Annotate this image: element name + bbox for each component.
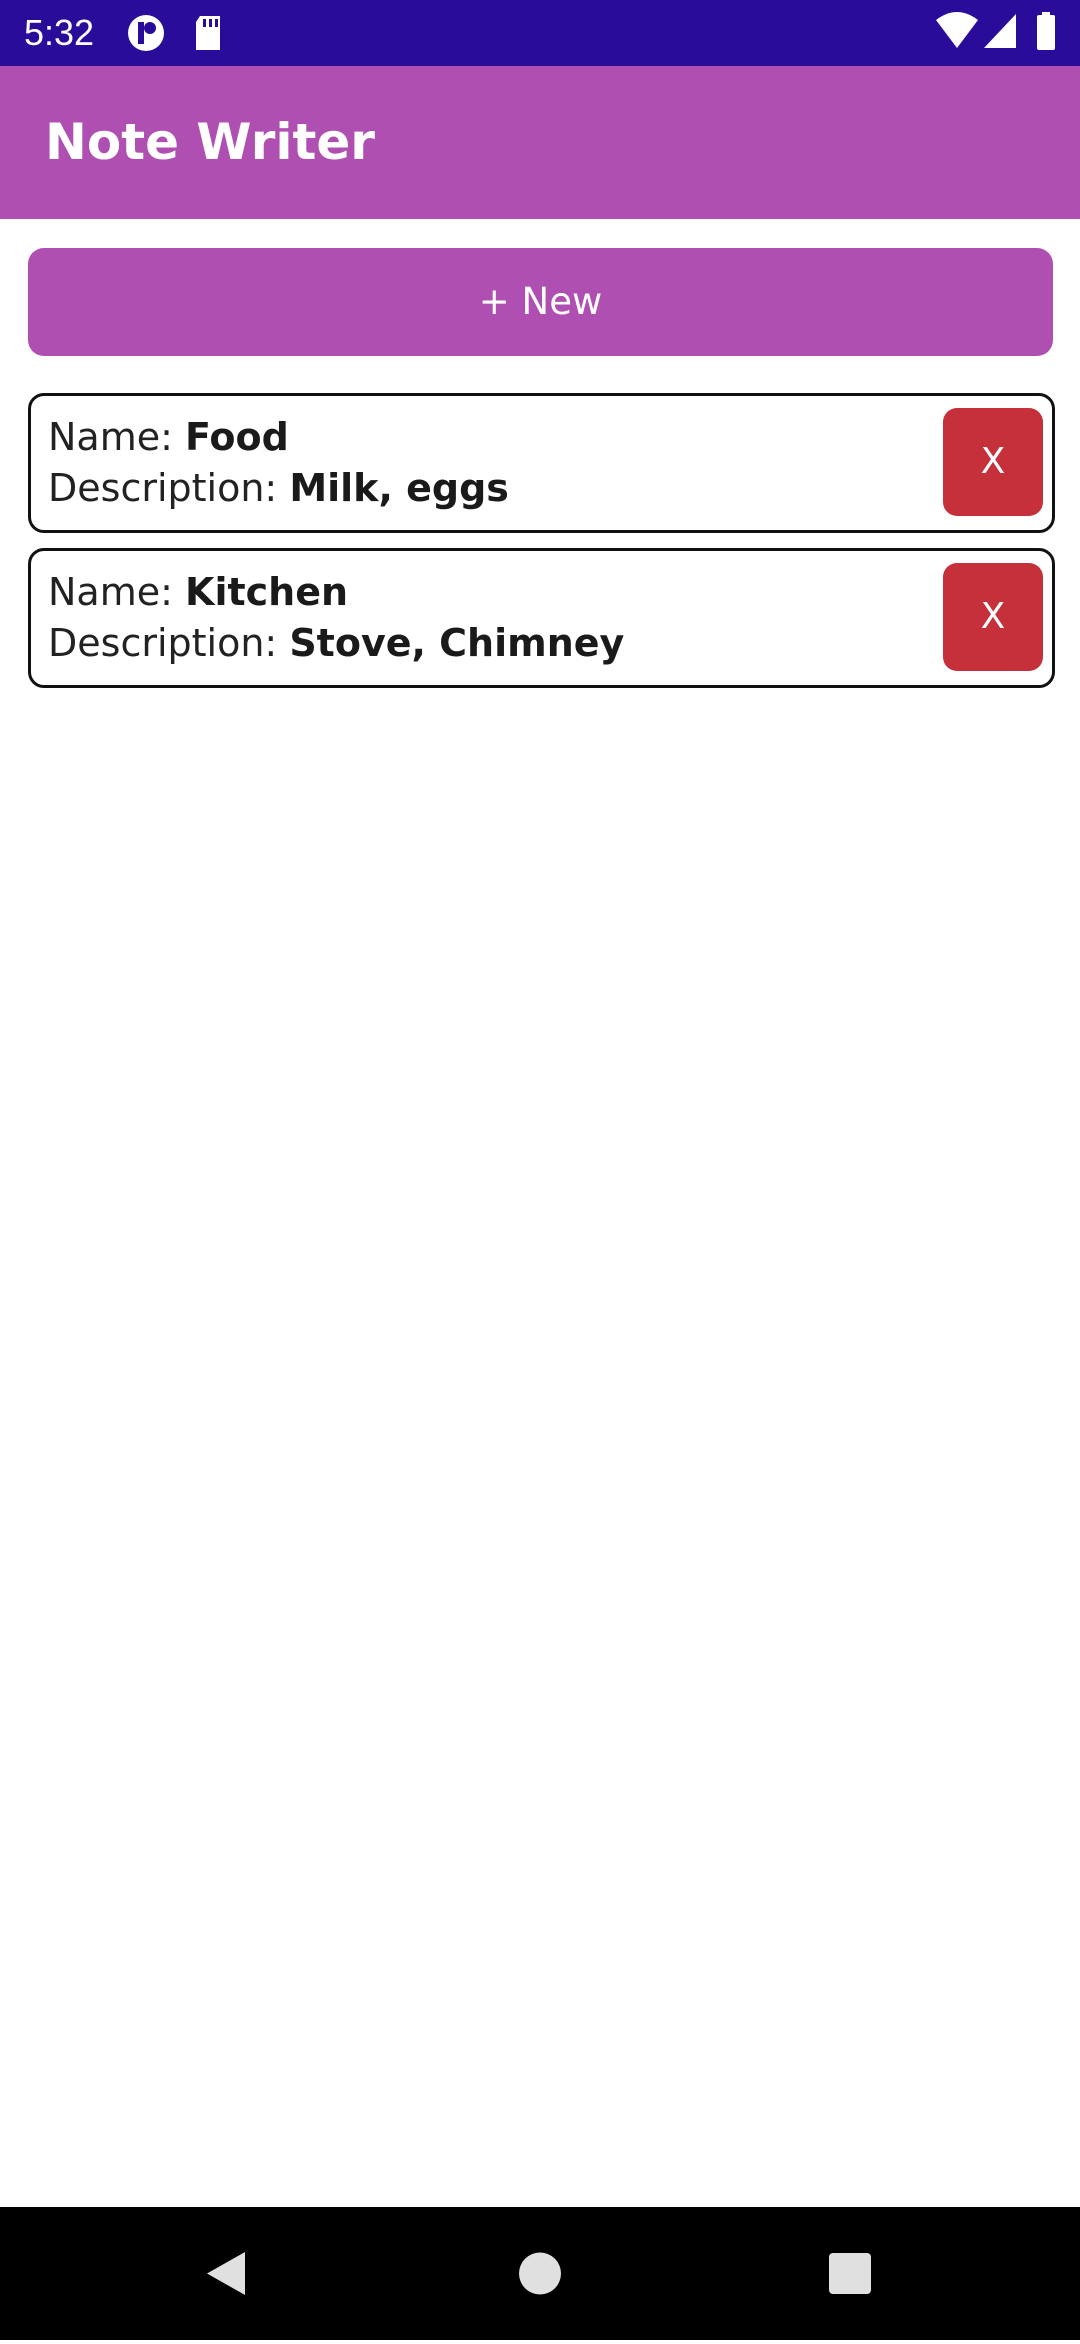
app-title: Note Writer xyxy=(45,113,375,171)
note-card[interactable]: Name: Food Description: Milk, eggs X xyxy=(28,393,1055,533)
delete-note-button[interactable]: X xyxy=(943,408,1043,516)
note-description-label: Description: xyxy=(48,621,290,665)
note-name-line: Name: Kitchen xyxy=(48,567,348,617)
note-name-label: Name: xyxy=(48,415,185,459)
note-description-line: Description: Milk, eggs xyxy=(48,463,509,513)
note-name: Kitchen xyxy=(185,570,349,614)
home-icon[interactable] xyxy=(480,2207,600,2340)
status-bar: 5:32 xyxy=(0,0,1080,66)
note-description-label: Description: xyxy=(48,466,290,510)
note-description: Stove, Chimney xyxy=(289,621,625,665)
note-description: Milk, eggs xyxy=(289,466,509,510)
note-description-line: Description: Stove, Chimney xyxy=(48,618,624,668)
wifi-icon xyxy=(934,0,980,70)
note-name: Food xyxy=(185,415,289,459)
signal-icon xyxy=(982,0,1018,70)
delete-note-button[interactable]: X xyxy=(943,563,1043,671)
new-note-button[interactable]: + New xyxy=(28,248,1053,356)
note-name-label: Name: xyxy=(48,570,185,614)
notification-icon xyxy=(124,0,168,70)
battery-icon xyxy=(1034,0,1060,70)
app-bar: Note Writer xyxy=(0,66,1080,219)
back-icon[interactable] xyxy=(166,2207,286,2340)
note-card[interactable]: Name: Kitchen Description: Stove, Chimne… xyxy=(28,548,1055,688)
status-time: 5:32 xyxy=(24,12,95,53)
recents-icon[interactable] xyxy=(790,2207,910,2340)
navigation-bar xyxy=(0,2207,1080,2340)
note-name-line: Name: Food xyxy=(48,412,289,462)
sd-card-icon xyxy=(190,0,226,70)
